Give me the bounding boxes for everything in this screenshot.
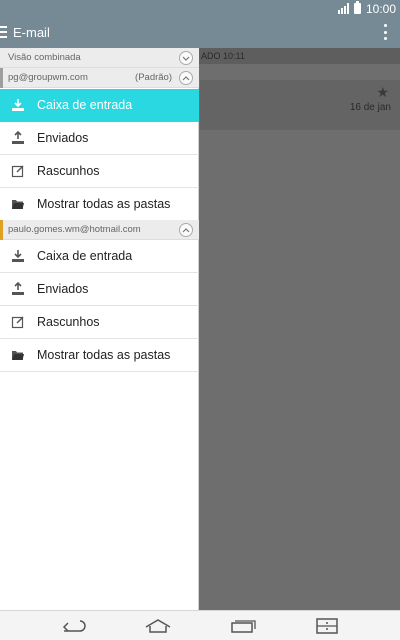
star-icon: ★: [376, 84, 389, 100]
inbox-icon: [11, 249, 25, 263]
drafts-icon: [11, 315, 25, 329]
background-header-text: ADO 10:11: [201, 51, 245, 61]
sent-icon: [11, 281, 25, 296]
inbox-icon: [11, 98, 25, 112]
folder-label: Rascunhos: [37, 164, 100, 178]
combined-view-label: Visão combinada: [8, 52, 81, 63]
folder-label: Mostrar todas as pastas: [37, 197, 171, 211]
app-bar: E-mail: [0, 17, 400, 48]
account-email: pg@groupwm.com: [8, 72, 88, 83]
folder-item-sent[interactable]: Enviados: [0, 273, 199, 306]
folder-item-all-folders[interactable]: Mostrar todas as pastas: [0, 188, 199, 221]
chevron-down-icon[interactable]: [179, 51, 193, 65]
back-icon[interactable]: [59, 616, 89, 636]
account-email: paulo.gomes.wm@hotmail.com: [8, 224, 141, 235]
recents-icon[interactable]: [228, 616, 258, 636]
folder-item-drafts[interactable]: Rascunhos: [0, 306, 199, 339]
folder-item-sent[interactable]: Enviados: [0, 122, 199, 155]
account-header[interactable]: paulo.gomes.wm@hotmail.com: [0, 220, 199, 240]
folder-item-inbox[interactable]: Caixa de entrada: [0, 89, 199, 122]
drafts-icon: [11, 164, 25, 178]
folder-drawer: Visão combinada pg@groupwm.com (Padrão) …: [0, 48, 199, 610]
folder-label: Mostrar todas as pastas: [37, 348, 171, 362]
status-time: 10:00: [365, 1, 396, 16]
navigation-bar: [0, 610, 400, 640]
folder-label: Enviados: [37, 131, 89, 145]
dual-window-icon[interactable]: [312, 616, 342, 636]
folder-icon: [11, 348, 25, 362]
account-color-bar: [0, 68, 3, 88]
app-title: E-mail: [13, 25, 50, 40]
home-icon[interactable]: [143, 616, 173, 636]
folder-item-drafts[interactable]: Rascunhos: [0, 155, 199, 188]
folder-icon: [11, 197, 25, 211]
menu-icon[interactable]: [0, 26, 7, 38]
chevron-up-icon[interactable]: [179, 71, 193, 85]
signal-icon: [337, 3, 349, 14]
folder-label: Caixa de entrada: [37, 249, 133, 263]
combined-view-header[interactable]: Visão combinada: [0, 48, 199, 68]
folder-label: Enviados: [37, 282, 89, 296]
account-header[interactable]: pg@groupwm.com (Padrão): [0, 68, 199, 88]
default-tag: (Padrão): [135, 72, 172, 83]
sent-icon: [11, 130, 25, 145]
battery-icon: [353, 1, 361, 14]
message-date: 16 de jan: [349, 102, 391, 113]
folder-label: Rascunhos: [37, 315, 100, 329]
folder-label: Caixa de entrada: [37, 98, 133, 112]
folder-item-all-folders[interactable]: Mostrar todas as pastas: [0, 339, 199, 372]
account-color-bar: [0, 220, 3, 240]
status-bar: 10:00: [0, 0, 400, 17]
folder-item-inbox[interactable]: Caixa de entrada: [0, 240, 199, 273]
chevron-up-icon[interactable]: [179, 223, 193, 237]
overflow-menu-icon[interactable]: [383, 24, 387, 40]
